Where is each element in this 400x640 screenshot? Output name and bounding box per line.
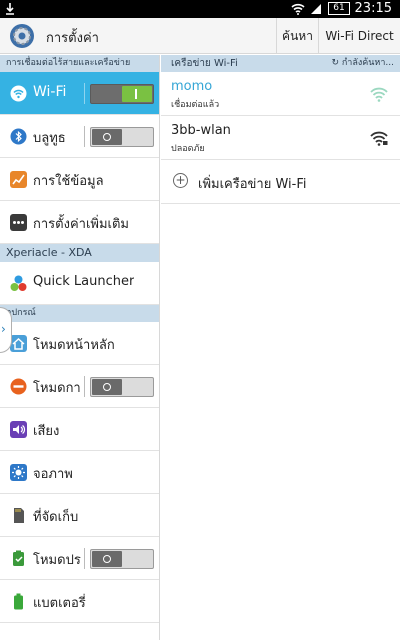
section-header-connections: การเชื่อมต่อไร้สายและเครือข่าย — [0, 55, 159, 72]
display-label: จอภาพ — [33, 467, 73, 482]
wifi-networks-panel: เครือข่าย Wi-Fi ↻ กำลังค้นหา... momo เชื… — [161, 55, 400, 640]
clock: 23:15 — [354, 1, 392, 16]
more-dots-icon — [10, 214, 27, 231]
blocking-mode-label: โหมดการ — [33, 381, 81, 396]
refresh-icon: ↻ — [331, 58, 342, 68]
quick-launcher-label: Quick Launcher — [33, 274, 135, 289]
settings-item-more[interactable]: การตั้งค่าเพิ่มเติม — [0, 201, 159, 244]
settings-item-storage[interactable]: ที่จัดเก็บ — [0, 494, 159, 537]
settings-list[interactable]: การเชื่อมต่อไร้สายและเครือข่าย Wi-Fi บลู… — [0, 55, 160, 640]
page-title: การตั้งค่า — [46, 31, 99, 46]
cell-signal-icon — [311, 4, 321, 14]
data-usage-icon — [10, 171, 27, 188]
bluetooth-toggle[interactable] — [90, 127, 154, 147]
wifi-signal-locked-icon — [370, 131, 388, 146]
settings-item-bluetooth[interactable]: บลูทูธ — [0, 115, 159, 158]
wifi-signal-icon — [370, 87, 388, 102]
home-icon — [10, 335, 27, 352]
wifi-direct-button[interactable]: Wi-Fi Direct — [318, 18, 400, 54]
settings-item-data-usage[interactable]: การใช้ข้อมูล — [0, 158, 159, 201]
wifi-icon — [10, 85, 27, 102]
wifi-label: Wi-Fi — [33, 84, 67, 100]
more-settings-label: การตั้งค่าเพิ่มเติม — [33, 217, 129, 232]
scanning-status: ↻ กำลังค้นหา... — [331, 58, 394, 68]
battery-label: แบตเตอรี่ — [33, 596, 86, 611]
settings-item-wifi[interactable]: Wi-Fi — [0, 72, 159, 115]
settings-item-blocking-mode[interactable]: โหมดการ — [0, 365, 159, 408]
section-header-xperiacle: Xperiacle - XDA — [0, 244, 159, 262]
side-drawer-handle[interactable]: › — [0, 307, 12, 353]
divider — [84, 376, 85, 397]
network-status: ปลอดภัย — [171, 144, 205, 154]
bluetooth-icon — [10, 128, 27, 145]
settings-item-home-mode[interactable]: โหมดหน้าหลัก — [0, 322, 159, 365]
storage-sd-icon — [14, 508, 24, 523]
wifi-networks-title: เครือข่าย Wi-Fi — [171, 58, 238, 69]
network-item-3bb-wlan[interactable]: 3bb-wlan ปลอดภัย — [161, 116, 400, 160]
wifi-networks-header: เครือข่าย Wi-Fi ↻ กำลังค้นหา... — [161, 55, 400, 72]
search-button[interactable]: ค้นหา — [276, 18, 318, 54]
action-bar: การตั้งค่า ค้นหา Wi-Fi Direct — [0, 18, 400, 54]
divider — [84, 126, 85, 147]
settings-item-display[interactable]: จอภาพ — [0, 451, 159, 494]
blocking-mode-icon — [10, 378, 27, 395]
power-saving-toggle[interactable] — [90, 549, 154, 569]
network-name: momo — [171, 79, 213, 94]
divider — [84, 83, 85, 104]
wifi-toggle[interactable] — [90, 84, 154, 104]
plus-icon: + — [173, 173, 188, 188]
battery-icon — [14, 593, 23, 610]
display-icon — [10, 464, 27, 481]
chevron-right-icon: › — [1, 322, 6, 336]
status-bar: 61 23:15 — [0, 0, 400, 18]
network-item-momo[interactable]: momo เชื่อมต่อแล้ว — [161, 72, 400, 116]
settings-item-sound[interactable]: เสียง — [0, 408, 159, 451]
battery-indicator: 61 — [328, 2, 350, 15]
settings-item-battery[interactable]: แบตเตอรี่ — [0, 580, 159, 623]
power-saving-label: โหมดประ — [33, 553, 81, 568]
home-mode-label: โหมดหน้าหลัก — [33, 338, 115, 353]
quick-launcher-icon — [10, 275, 27, 291]
add-network-item[interactable]: + เพิ่มเครือข่าย Wi-Fi — [161, 160, 400, 204]
storage-label: ที่จัดเก็บ — [33, 510, 79, 525]
data-usage-label: การใช้ข้อมูล — [33, 174, 104, 189]
divider — [84, 548, 85, 569]
settings-gear-icon[interactable] — [8, 22, 36, 50]
section-header-device: อุปกรณ์ — [0, 305, 159, 322]
power-saving-icon — [13, 550, 24, 566]
settings-item-power-saving[interactable]: โหมดประ — [0, 537, 159, 580]
sound-label: เสียง — [33, 424, 60, 439]
network-name: 3bb-wlan — [171, 123, 231, 138]
blocking-mode-toggle[interactable] — [90, 377, 154, 397]
sound-icon — [10, 421, 27, 438]
add-network-label: เพิ่มเครือข่าย Wi-Fi — [198, 177, 307, 192]
bluetooth-label: บลูทูธ — [33, 131, 66, 146]
settings-item-quick-launcher[interactable]: Quick Launcher — [0, 262, 159, 305]
download-notification-icon — [6, 3, 14, 15]
network-status: เชื่อมต่อแล้ว — [171, 100, 220, 110]
wifi-status-icon — [291, 3, 305, 15]
